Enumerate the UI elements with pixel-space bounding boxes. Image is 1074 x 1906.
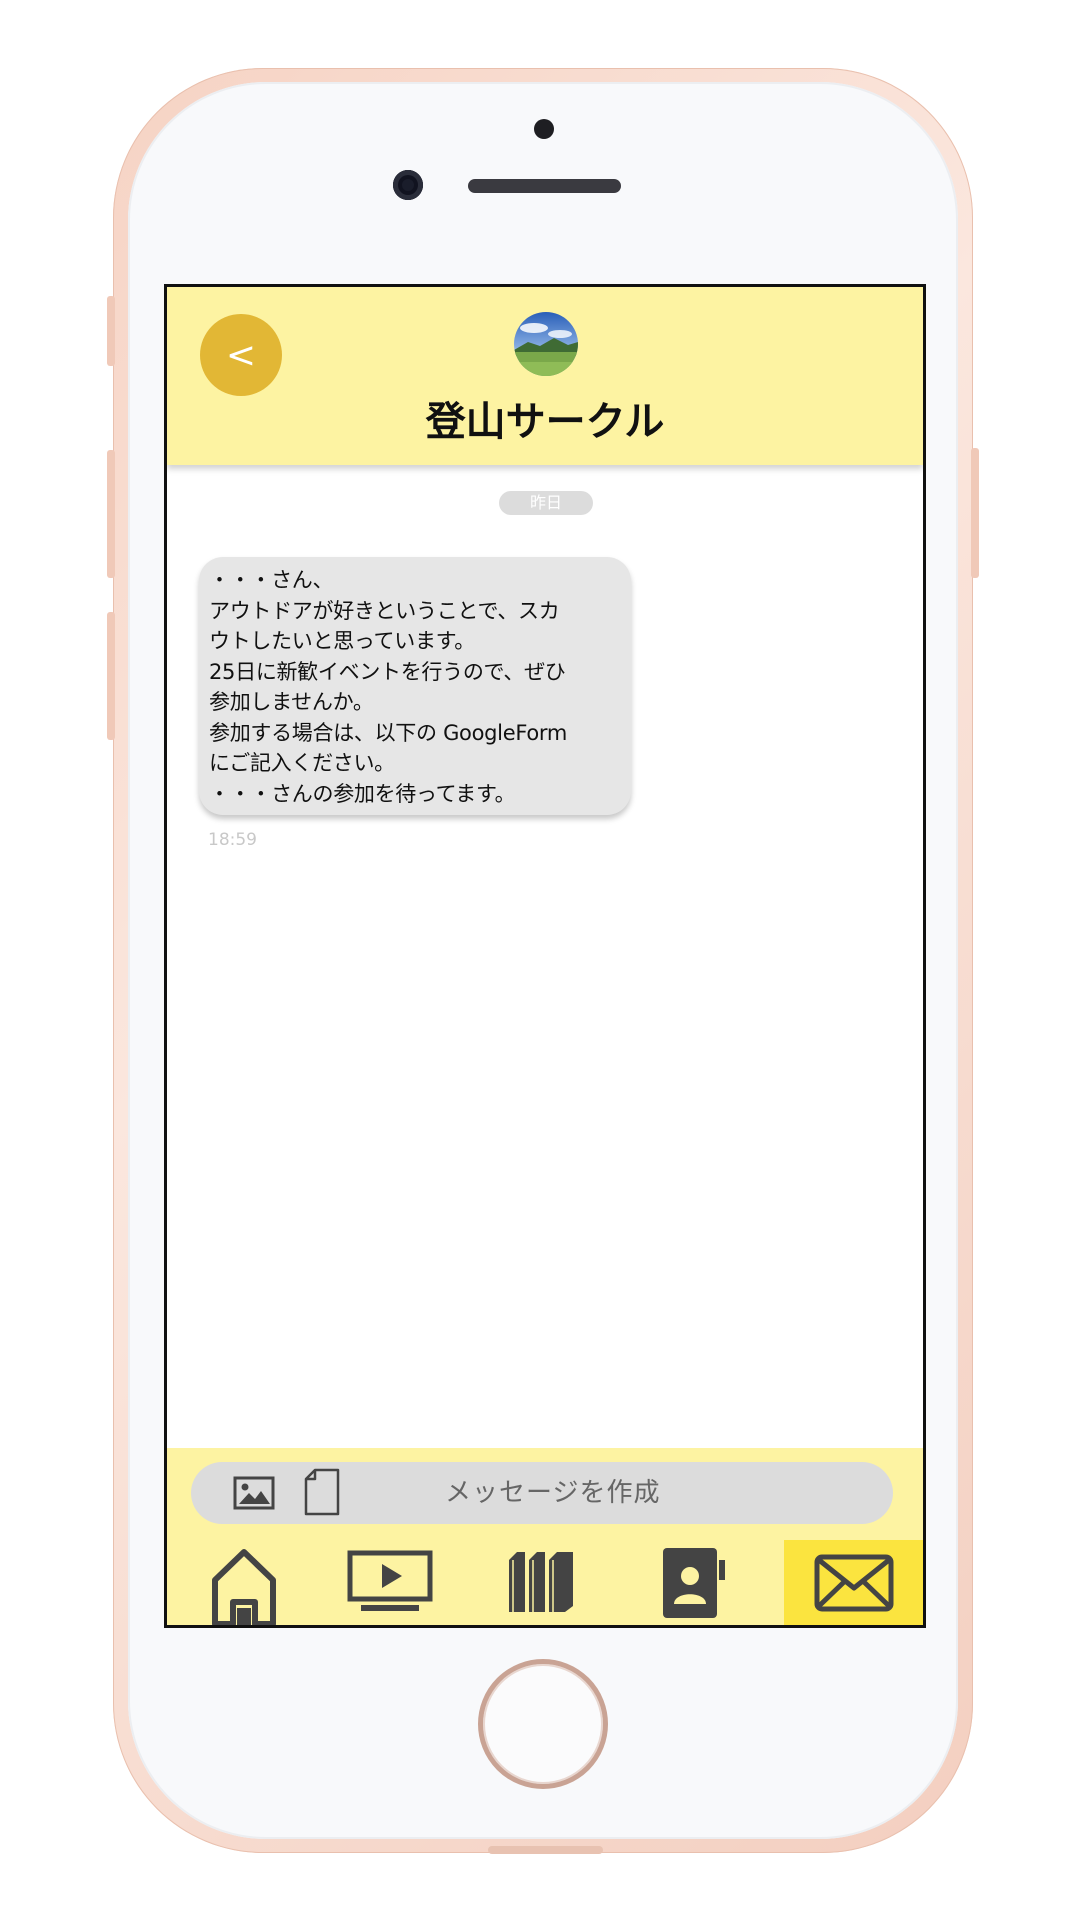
tab-home[interactable] [167,1540,317,1625]
mountain-landscape-image [514,312,578,376]
message-timestamp: 18:59 [208,830,257,850]
home-button[interactable] [478,1659,608,1789]
tab-contacts[interactable] [617,1540,767,1625]
proximity-sensor [534,119,554,139]
group-avatar [514,312,578,376]
video-icon [347,1550,433,1611]
chat-header: < 登山サークル [167,287,923,465]
tab-library[interactable] [467,1540,617,1625]
message-composer: メッセージを作成 [167,1448,923,1540]
mail-icon [814,1554,894,1612]
message-placeholder: メッセージを作成 [445,1478,661,1508]
bottom-edge [488,1846,603,1854]
message-line: ・・・さんの参加を待ってます。 [209,781,516,806]
file-icon[interactable] [303,1468,341,1520]
books-icon [509,1552,573,1612]
tab-messages[interactable] [784,1540,923,1625]
message-line: 25日に新歓イベントを行うので、ぜひ [209,659,566,684]
app-screen: < 登山サークル 昨日 ・・・さん、 アウトドアが好きということで、スカ ウトし… [164,284,926,1628]
message-input[interactable]: メッセージを作成 [191,1462,893,1524]
tab-video[interactable] [317,1540,467,1625]
tab-bar [167,1540,923,1625]
side-button-mute [107,296,115,366]
home-icon [212,1549,276,1625]
message-bubble[interactable]: ・・・さん、 アウトドアが好きということで、スカ ウトしたいと思っています。 2… [199,557,631,815]
front-camera [393,170,423,200]
side-button-volume-down [107,612,115,740]
message-line: 参加しませんか。 [209,690,374,714]
side-button-volume-up [107,450,115,578]
message-line: ・・・さん、 [209,568,334,592]
image-icon[interactable] [233,1476,275,1514]
message-line: にご記入ください。 [209,751,395,775]
message-line: 参加する場合は、以下の GoogleForm [209,720,568,745]
side-button-power [971,448,979,578]
date-divider: 昨日 [499,491,593,515]
earpiece-speaker [468,179,621,193]
message-line: ウトしたいと思っています。 [209,629,475,653]
chat-title: 登山サークル [425,399,665,445]
contacts-icon [663,1548,725,1618]
back-button[interactable]: < [200,314,282,396]
message-line: アウトドアが好きということで、スカ [209,598,560,623]
